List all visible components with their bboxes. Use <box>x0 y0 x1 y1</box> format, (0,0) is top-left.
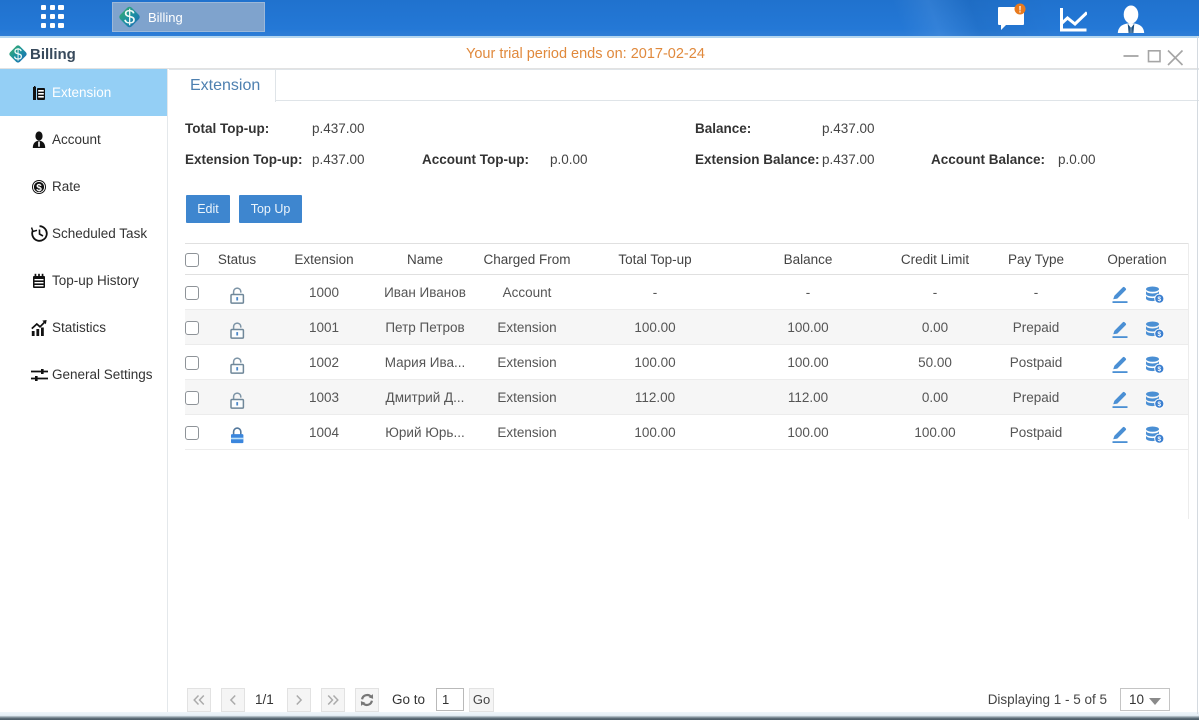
svg-text:$: $ <box>1157 401 1161 408</box>
svg-text:$: $ <box>124 7 135 29</box>
svg-text:$: $ <box>36 182 42 193</box>
svg-text:$: $ <box>1157 436 1161 443</box>
svg-text:!: ! <box>1019 5 1022 15</box>
svg-text:$: $ <box>1157 296 1161 303</box>
svg-text:$: $ <box>14 47 23 64</box>
svg-text:$: $ <box>1157 366 1161 373</box>
svg-text:$: $ <box>1157 331 1161 338</box>
